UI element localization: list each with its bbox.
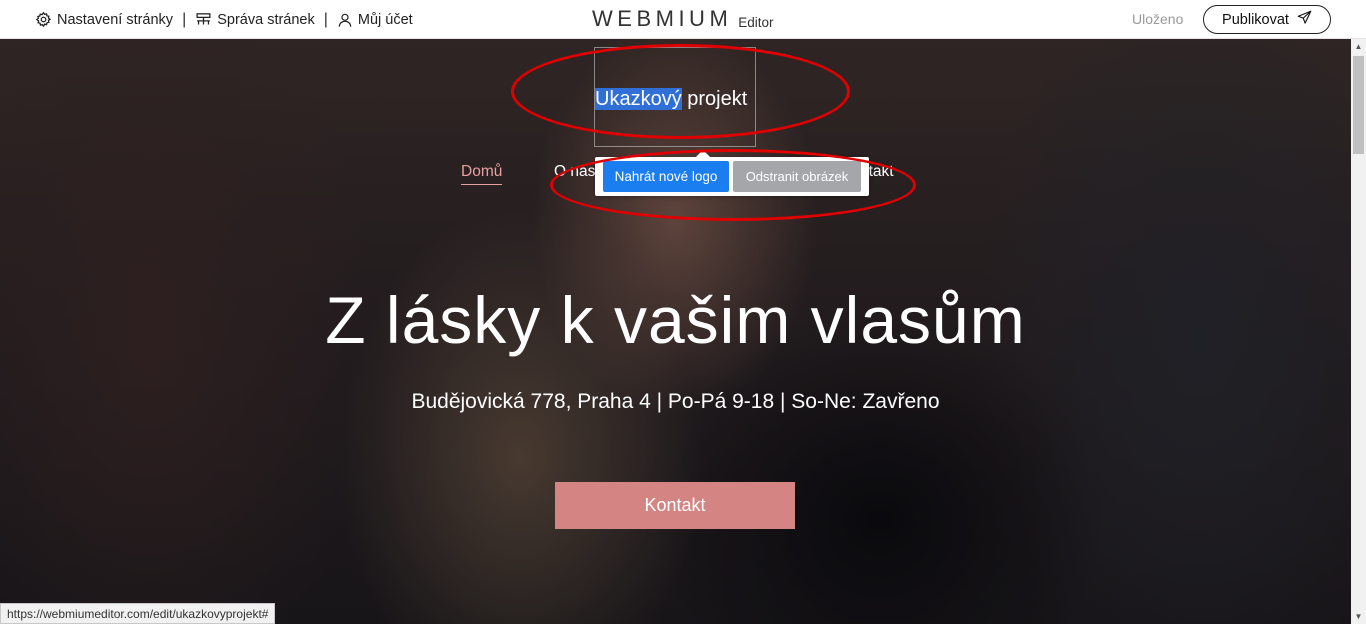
logo-text-rest: projekt xyxy=(681,88,748,110)
site-logo-text[interactable]: Ukazkový projekt xyxy=(595,88,747,111)
publish-button[interactable]: Publikovat xyxy=(1203,5,1331,34)
brand-subtitle: Editor xyxy=(738,15,774,30)
nav-link-about[interactable]: O nás xyxy=(554,163,595,181)
scrollbar-thumb[interactable] xyxy=(1353,56,1364,154)
user-icon xyxy=(337,12,353,28)
pages-icon xyxy=(195,11,212,28)
menu-separator: | xyxy=(323,10,328,28)
save-status: Uloženo xyxy=(1132,11,1184,27)
scroll-up-arrow-icon[interactable]: ▲ xyxy=(1351,39,1366,54)
contact-button[interactable]: Kontakt xyxy=(555,482,795,529)
hero-subline: Budějovická 778, Praha 4 | Po-Pá 9-18 | … xyxy=(411,390,940,413)
editor-logo: WEBMIUM Editor xyxy=(592,6,774,32)
my-account-label: Můj účet xyxy=(357,11,413,28)
upload-logo-button[interactable]: Nahrát nové logo xyxy=(603,161,729,192)
send-icon xyxy=(1297,10,1312,29)
my-account-link[interactable]: Můj účet xyxy=(337,12,413,28)
page-scrollbar[interactable]: ▲ ▼ xyxy=(1351,39,1366,624)
selected-text: Ukazkový xyxy=(595,88,682,110)
scroll-down-arrow-icon[interactable]: ▼ xyxy=(1351,609,1366,624)
remove-image-button[interactable]: Odstranit obrázek xyxy=(733,161,861,192)
page-management-link[interactable]: Správa stránek xyxy=(195,11,315,28)
editor-topbar: Nastavení stránky | Správa stránek | Můj… xyxy=(0,0,1366,39)
publish-label: Publikovat xyxy=(1222,11,1289,28)
page-management-label: Správa stránek xyxy=(217,11,315,28)
editor-menu: Nastavení stránky | Správa stránek | Můj… xyxy=(35,0,413,39)
brand-name: WEBMIUM xyxy=(592,6,733,31)
browser-status-url: https://webmiumeditor.com/edit/ukazkovyp… xyxy=(0,603,276,624)
hero-headline: Z lásky k vašim vlasům xyxy=(325,283,1026,357)
logo-popover: Nahrát nové logo Odstranit obrázek xyxy=(595,149,869,196)
page-settings-label: Nastavení stránky xyxy=(57,11,174,28)
hero-section: Ukazkový projekt Domů O nás ntakt Nahrát… xyxy=(0,39,1351,624)
page-settings-link[interactable]: Nastavení stránky xyxy=(35,11,173,28)
nav-link-home[interactable]: Domů xyxy=(461,163,503,185)
gear-icon xyxy=(35,11,52,28)
menu-separator: | xyxy=(182,10,187,28)
